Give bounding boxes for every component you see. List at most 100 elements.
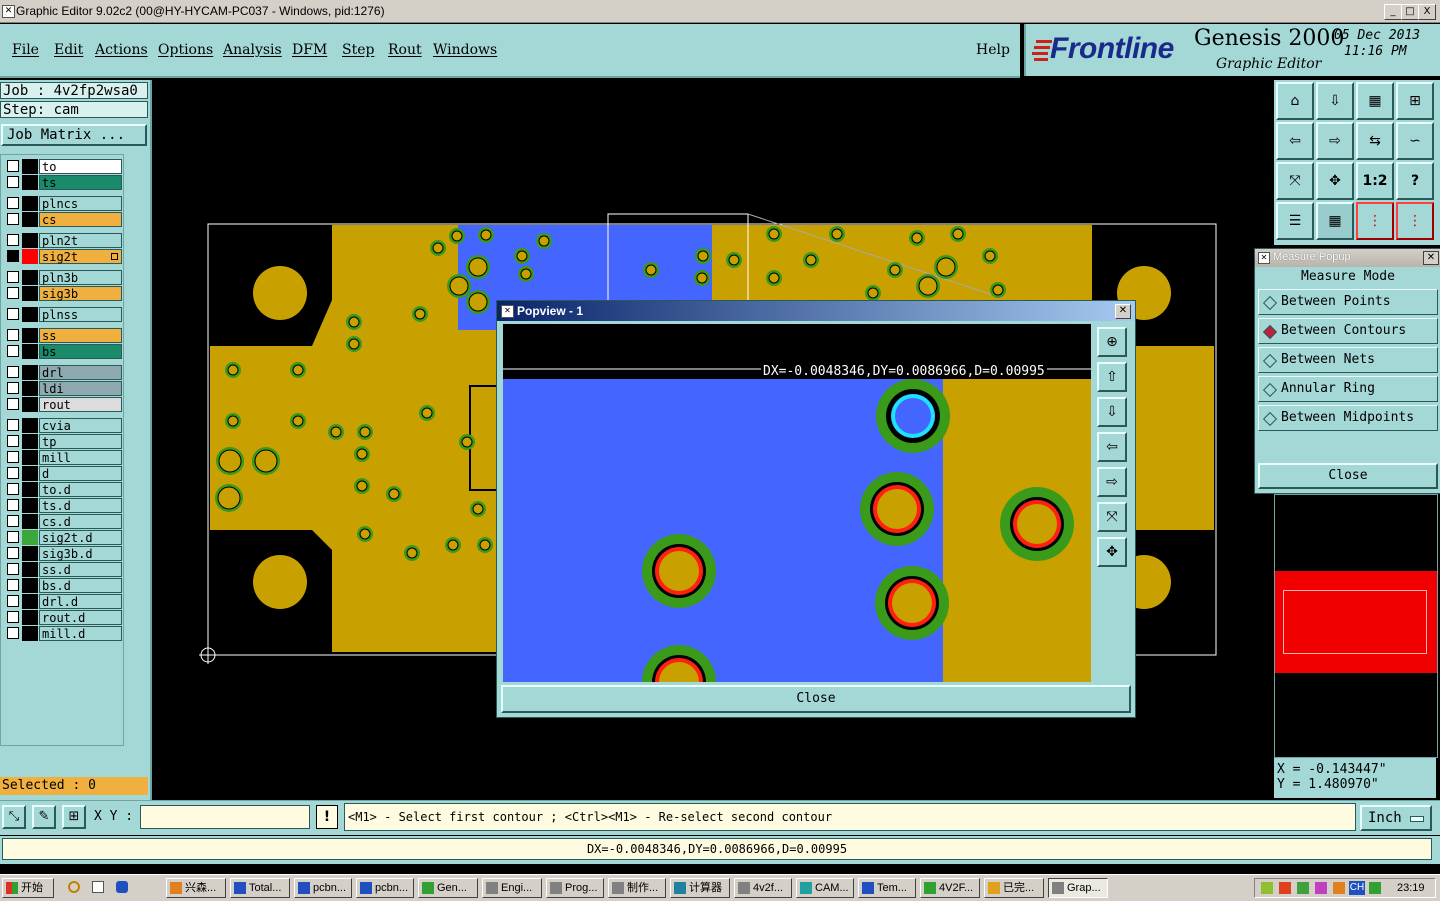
taskbar-item[interactable]: Gen... xyxy=(418,878,478,898)
popview-pan-up-icon[interactable]: ⇧ xyxy=(1097,362,1127,392)
menu-windows[interactable]: Windows xyxy=(433,42,497,58)
layer-row-ts[interactable]: ts xyxy=(4,175,122,190)
measure-close-button[interactable]: Close xyxy=(1258,463,1438,489)
layer-name[interactable]: ss.d xyxy=(39,562,122,577)
layer-row-ss.d[interactable]: ss.d xyxy=(4,562,122,577)
layer-checkbox[interactable] xyxy=(7,595,19,607)
minimize-button[interactable]: _ xyxy=(1384,4,1402,20)
layer-color-swatch[interactable] xyxy=(22,233,38,248)
layer-name[interactable]: pln2t xyxy=(39,233,122,248)
tray-icon[interactable] xyxy=(1333,882,1345,894)
tray-icon[interactable] xyxy=(1297,882,1309,894)
layer-checkbox[interactable] xyxy=(7,234,19,246)
tray-icon[interactable] xyxy=(1315,882,1327,894)
maximize-button[interactable]: □ xyxy=(1401,4,1419,20)
layer-checkbox[interactable] xyxy=(7,435,19,447)
layer-name[interactable]: sig3b xyxy=(39,286,122,301)
layer-checkbox[interactable] xyxy=(7,382,19,394)
layer-name[interactable]: ss xyxy=(39,328,122,343)
pan-left-icon[interactable]: ⇦ xyxy=(1276,122,1314,160)
layer-name[interactable]: rout xyxy=(39,397,122,412)
layer-color-swatch[interactable] xyxy=(22,418,38,433)
ime-indicator[interactable]: CH xyxy=(1349,881,1365,895)
layer-row-to[interactable]: to xyxy=(4,159,122,174)
layer-checkbox[interactable] xyxy=(7,483,19,495)
layer-row-cs[interactable]: cs xyxy=(4,212,122,227)
layer-color-swatch[interactable] xyxy=(22,498,38,513)
layer-checkbox[interactable] xyxy=(7,250,19,262)
snap-icon[interactable]: ☰ xyxy=(1276,202,1314,240)
layer-row-sig3b[interactable]: sig3b xyxy=(4,286,122,301)
layer-row-bs.d[interactable]: bs.d xyxy=(4,578,122,593)
layer-name[interactable]: cs.d xyxy=(39,514,122,529)
layer-color-swatch[interactable] xyxy=(22,610,38,625)
taskbar-item[interactable]: Grap... xyxy=(1048,878,1108,898)
layer-checkbox[interactable] xyxy=(7,366,19,378)
popview-close-button[interactable]: Close xyxy=(501,685,1131,713)
layer-name[interactable]: plnss xyxy=(39,307,122,322)
tray-icon[interactable] xyxy=(1261,882,1273,894)
close-window-button[interactable]: X xyxy=(1418,4,1436,20)
layer-checkbox[interactable] xyxy=(7,287,19,299)
layer-checkbox[interactable] xyxy=(7,451,19,463)
layer-color-swatch[interactable] xyxy=(22,514,38,529)
layer-row-cs.d[interactable]: cs.d xyxy=(4,514,122,529)
browser-icon[interactable] xyxy=(68,881,80,893)
layer-row-sig2t.d[interactable]: sig2t.d xyxy=(4,530,122,545)
layer-name[interactable]: sig2t.d xyxy=(39,530,122,545)
layer-name[interactable]: sig3b.d xyxy=(39,546,122,561)
grid-xy-icon[interactable]: ⊞ xyxy=(1396,82,1434,120)
layer-name[interactable]: to xyxy=(39,159,122,174)
layer-checkbox[interactable] xyxy=(7,499,19,511)
layer-name[interactable]: bs.d xyxy=(39,578,122,593)
layer-name[interactable]: ts xyxy=(39,175,122,190)
layer-row-pln3b[interactable]: pln3b xyxy=(4,270,122,285)
mini-preview[interactable] xyxy=(1274,494,1438,758)
layer-checkbox[interactable] xyxy=(7,329,19,341)
layer-checkbox[interactable] xyxy=(7,213,19,225)
layer-color-swatch[interactable] xyxy=(22,307,38,322)
layer-name[interactable]: to.d xyxy=(39,482,122,497)
menu-options[interactable]: Options xyxy=(158,42,213,58)
popview-pan-down-icon[interactable]: ⇩ xyxy=(1097,397,1127,427)
layer-color-swatch[interactable] xyxy=(22,159,38,174)
layer-name[interactable]: bs xyxy=(39,344,122,359)
tray-icon[interactable] xyxy=(1279,882,1291,894)
popview-fit-icon[interactable]: ⤧ xyxy=(1097,502,1127,532)
measure-option-between-nets[interactable]: Between Nets xyxy=(1258,347,1438,373)
layer-name[interactable]: cs xyxy=(39,212,122,227)
layer-name[interactable]: d xyxy=(39,466,122,481)
net-highlight-icon[interactable]: ⋮ xyxy=(1356,202,1394,240)
layer-color-swatch[interactable] xyxy=(22,482,38,497)
taskbar-item[interactable]: pcbn... xyxy=(294,878,352,898)
measure-option-between-points[interactable]: Between Points xyxy=(1258,289,1438,315)
edit-icon[interactable] xyxy=(92,881,104,893)
help-icon[interactable]: ? xyxy=(1396,162,1434,200)
pan-down-icon[interactable]: ⇩ xyxy=(1316,82,1354,120)
layer-row-rout.d[interactable]: rout.d xyxy=(4,610,122,625)
layer-row-rout[interactable]: rout xyxy=(4,397,122,412)
net-highlight-alt-icon[interactable]: ⋮ xyxy=(1396,202,1434,240)
draw-mode-icon[interactable]: ✎ xyxy=(32,805,56,829)
layer-name[interactable]: rout.d xyxy=(39,610,122,625)
layer-name[interactable]: tp xyxy=(39,434,122,449)
menu-rout[interactable]: Rout xyxy=(388,42,422,58)
popview-close-icon[interactable]: ✕ xyxy=(1115,304,1131,319)
fit-icon[interactable]: ⤧ xyxy=(1276,162,1314,200)
popview-pan-left-icon[interactable]: ⇦ xyxy=(1097,432,1127,462)
building-icon[interactable]: ▦ xyxy=(1356,82,1394,120)
zoom-home-icon[interactable]: ⌂ xyxy=(1276,82,1314,120)
xy-input[interactable] xyxy=(140,805,310,829)
taskbar-item[interactable]: Total... xyxy=(230,878,290,898)
layer-checkbox[interactable] xyxy=(7,515,19,527)
layer-color-swatch[interactable] xyxy=(22,212,38,227)
layer-name[interactable]: cvia xyxy=(39,418,122,433)
ratio-button[interactable]: 1:2 xyxy=(1356,162,1394,200)
layer-checkbox[interactable] xyxy=(7,531,19,543)
layer-row-sig2t[interactable]: sig2t xyxy=(4,249,122,264)
layer-name[interactable]: plncs xyxy=(39,196,122,211)
layer-color-swatch[interactable] xyxy=(22,530,38,545)
menu-edit[interactable]: Edit xyxy=(54,42,83,58)
snake-icon[interactable]: ∽ xyxy=(1396,122,1434,160)
layer-name[interactable]: mill xyxy=(39,450,122,465)
